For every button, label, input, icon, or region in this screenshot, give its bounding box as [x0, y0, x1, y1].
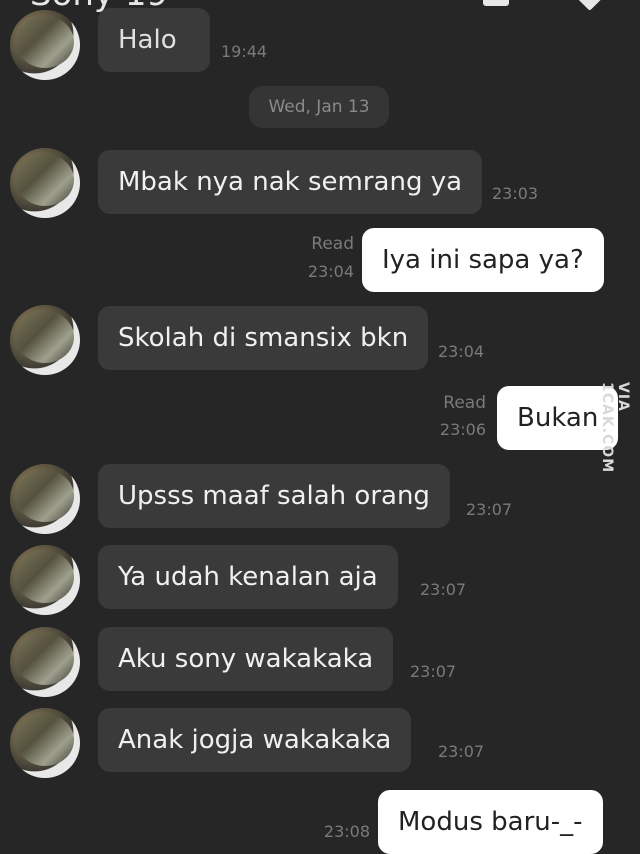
- message-time: 23:08: [323, 822, 370, 841]
- read-receipt: Read: [311, 234, 354, 254]
- avatar[interactable]: [10, 305, 80, 375]
- message-time: 19:44: [221, 42, 268, 61]
- message-time: 23:07: [410, 662, 457, 681]
- avatar[interactable]: [10, 10, 80, 80]
- message-bubble-incoming[interactable]: Skolah di smansix bkn: [98, 306, 429, 370]
- chat-header: Sony 19 ⌄: [0, 0, 640, 20]
- message-time: 23:04: [438, 342, 485, 361]
- message-time: 23:04: [307, 262, 354, 281]
- date-separator: Wed, Jan 13: [249, 86, 389, 128]
- avatar[interactable]: [10, 627, 80, 697]
- message-bubble-outgoing[interactable]: Modus baru-_-: [378, 790, 603, 854]
- avatar[interactable]: [10, 545, 80, 615]
- message-time: 23:07: [420, 580, 467, 599]
- message-bubble-incoming[interactable]: Upsss maaf salah orang: [98, 464, 450, 528]
- avatar[interactable]: [10, 464, 80, 534]
- read-receipt: Read: [443, 393, 486, 413]
- message-bubble-incoming[interactable]: Halo: [98, 8, 210, 72]
- message-bubble-outgoing[interactable]: Iya ini sapa ya?: [362, 228, 604, 292]
- message-time: 23:07: [466, 500, 513, 519]
- message-bubble-incoming[interactable]: Anak jogja wakakaka: [98, 708, 412, 772]
- message-time: 23:07: [438, 742, 485, 761]
- message-time: 23:03: [492, 184, 539, 203]
- more-icon[interactable]: [574, 0, 604, 11]
- message-bubble-incoming[interactable]: Mbak nya nak semrang ya: [98, 150, 483, 214]
- message-bubble-incoming[interactable]: Aku sony wakakaka: [98, 627, 394, 691]
- watermark-text: VIA 1CAK.COM: [599, 382, 631, 474]
- avatar[interactable]: [10, 148, 80, 218]
- menu-icon[interactable]: [483, 0, 509, 6]
- avatar[interactable]: [10, 708, 80, 778]
- chevron-down-icon[interactable]: ⌄: [168, 0, 185, 2]
- message-bubble-incoming[interactable]: Ya udah kenalan aja: [98, 545, 398, 609]
- message-time: 23:06: [439, 420, 486, 439]
